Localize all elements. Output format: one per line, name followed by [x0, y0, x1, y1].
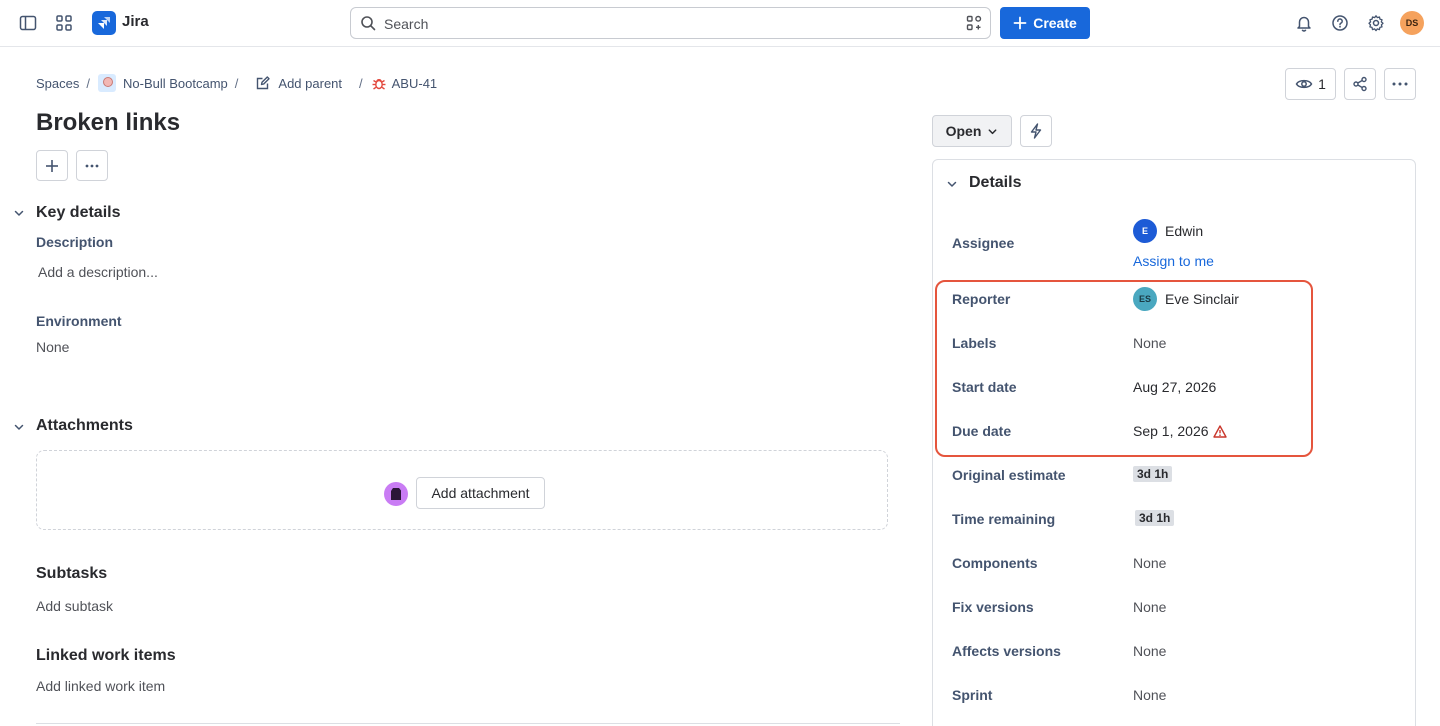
breadcrumb-project-label: No-Bull Bootcamp	[123, 75, 228, 91]
add-linked-work-item-button[interactable]: Add linked work item	[36, 678, 165, 694]
key-details-heading[interactable]: Key details	[36, 204, 120, 222]
eye-icon	[1295, 79, 1313, 89]
top-navigation-bar: Jira Search Create DS	[0, 0, 1440, 47]
original-estimate-field[interactable]: 3d 1h	[1133, 466, 1173, 482]
environment-label: Environment	[36, 313, 122, 329]
sidebar-toggle-icon[interactable]	[15, 10, 41, 36]
breadcrumb-issue-key[interactable]: ABU-41	[371, 75, 438, 91]
search-placeholder: Search	[384, 16, 429, 32]
affects-versions-field[interactable]: None	[1133, 643, 1166, 659]
affects-versions-label: Affects versions	[952, 643, 1061, 659]
chevron-down-icon	[988, 128, 997, 134]
linked-work-items-heading: Linked work items	[36, 647, 176, 664]
settings-gear-icon[interactable]	[1363, 10, 1389, 36]
issue-more-button[interactable]	[76, 150, 108, 181]
assignee-field[interactable]: E Edwin	[1133, 219, 1203, 243]
add-content-button[interactable]	[36, 150, 68, 181]
assignee-avatar: E	[1133, 219, 1157, 243]
search-icon	[360, 15, 376, 36]
add-parent-label: Add parent	[278, 75, 343, 91]
help-icon[interactable]	[1327, 10, 1353, 36]
breadcrumb-separator: /	[234, 75, 239, 91]
project-avatar-icon	[98, 74, 116, 92]
bug-icon	[372, 79, 386, 90]
chevron-down-icon[interactable]	[13, 420, 25, 438]
breadcrumb-spaces[interactable]: Spaces	[36, 76, 79, 91]
search-filter-icon[interactable]	[966, 15, 982, 36]
issue-key-label: ABU-41	[391, 75, 438, 91]
share-icon	[1353, 76, 1367, 92]
breadcrumb-separator: /	[86, 75, 90, 91]
breadcrumb-separator: /	[359, 75, 363, 91]
assignee-label: Assignee	[952, 235, 1015, 251]
description-label: Description	[36, 234, 114, 250]
breadcrumb: Spaces / No-Bull Bootcamp / Add parent /…	[36, 74, 437, 92]
highlight-box	[935, 280, 1313, 457]
time-remaining-label: Time remaining	[952, 511, 1056, 527]
chevron-down-icon[interactable]	[13, 206, 25, 224]
description-field[interactable]: Add a description...	[38, 264, 158, 280]
attachment-file-icon	[384, 482, 408, 506]
watchers-count: 1	[1318, 76, 1326, 92]
chevron-down-icon[interactable]	[946, 177, 958, 195]
add-attachment-button[interactable]: Add attachment	[416, 477, 545, 509]
app-switcher-icon[interactable]	[51, 10, 77, 36]
sprint-label: Sprint	[952, 687, 993, 703]
divider	[36, 723, 900, 724]
status-label: Open	[945, 123, 982, 139]
components-label: Components	[952, 555, 1038, 571]
fix-versions-field[interactable]: None	[1133, 599, 1166, 615]
components-field[interactable]: None	[1133, 555, 1166, 571]
attachments-heading[interactable]: Attachments	[36, 417, 133, 435]
breadcrumb-project[interactable]: No-Bull Bootcamp	[98, 74, 228, 92]
environment-field[interactable]: None	[36, 339, 69, 355]
assignee-name: Edwin	[1165, 223, 1204, 239]
add-subtask-button[interactable]: Add subtask	[36, 598, 113, 614]
more-horizontal-icon	[85, 164, 99, 167]
search-input[interactable]: Search	[350, 7, 991, 39]
create-button[interactable]: Create	[1000, 7, 1090, 39]
watch-button[interactable]: 1	[1285, 68, 1336, 100]
original-estimate-label: Original estimate	[952, 467, 1066, 483]
jira-logo-icon[interactable]	[92, 11, 116, 35]
edit-pencil-icon	[257, 76, 271, 90]
lightning-bolt-icon	[1030, 123, 1042, 139]
time-remaining-field[interactable]: 3d 1h	[1135, 510, 1175, 526]
plus-icon	[1013, 16, 1027, 30]
details-heading[interactable]: Details	[969, 174, 1021, 192]
add-parent-button[interactable]: Add parent	[255, 75, 342, 91]
subtasks-heading: Subtasks	[36, 565, 108, 582]
status-dropdown[interactable]: Open	[932, 115, 1012, 147]
issue-title[interactable]: Broken links	[36, 109, 180, 137]
more-actions-button[interactable]	[1384, 68, 1416, 100]
more-horizontal-icon	[1392, 82, 1408, 86]
create-label: Create	[1033, 15, 1077, 31]
fix-versions-label: Fix versions	[952, 599, 1034, 615]
automation-button[interactable]	[1020, 115, 1052, 147]
user-avatar[interactable]: DS	[1400, 11, 1424, 35]
sprint-field[interactable]: None	[1133, 687, 1166, 703]
app-name[interactable]: Jira	[122, 13, 149, 30]
notifications-bell-icon[interactable]	[1291, 10, 1317, 36]
original-estimate-value: 3d 1h	[1133, 466, 1173, 482]
share-button[interactable]	[1344, 68, 1376, 100]
time-remaining-value: 3d 1h	[1135, 510, 1175, 526]
plus-icon	[46, 159, 58, 172]
assign-to-me-link[interactable]: Assign to me	[1133, 253, 1214, 269]
